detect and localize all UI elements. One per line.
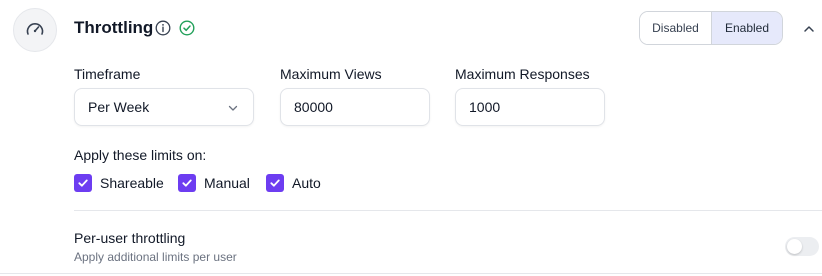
check-icon	[270, 179, 280, 187]
per-user-throttling-title: Per-user throttling	[74, 230, 186, 246]
timeframe-select[interactable]: Per Week	[74, 88, 254, 126]
max-views-value: 80000	[294, 99, 333, 115]
manual-checkbox-group[interactable]: Manual	[178, 174, 250, 192]
enabled-button[interactable]: Enabled	[712, 12, 782, 44]
divider	[74, 210, 822, 211]
auto-checkbox[interactable]	[266, 174, 284, 192]
enabled-toggle-group: Disabled Enabled	[639, 11, 783, 45]
check-icon	[182, 179, 192, 187]
section-title: Throttling	[74, 18, 154, 37]
chevron-down-icon	[228, 105, 238, 111]
manual-label: Manual	[204, 175, 250, 191]
max-views-input[interactable]: 80000	[280, 88, 430, 126]
auto-checkbox-group[interactable]: Auto	[266, 174, 321, 192]
shareable-label: Shareable	[100, 175, 164, 191]
info-icon[interactable]	[155, 20, 171, 36]
bottom-divider	[0, 273, 822, 274]
gauge-icon	[26, 23, 44, 35]
chevron-up-icon[interactable]	[802, 22, 816, 36]
timeframe-label: Timeframe	[74, 66, 141, 82]
timeframe-value: Per Week	[88, 99, 150, 115]
check-icon	[78, 179, 88, 187]
disabled-button[interactable]: Disabled	[640, 12, 712, 44]
per-user-throttling-toggle[interactable]	[785, 237, 819, 256]
max-responses-label: Maximum Responses	[455, 66, 590, 82]
max-responses-value: 1000	[469, 99, 501, 115]
throttling-panel: Throttling Disabled Enabled Timeframe Pe…	[0, 0, 822, 276]
check-circle-icon	[179, 20, 195, 36]
gauge-icon-badge	[13, 8, 57, 52]
max-responses-input[interactable]: 1000	[455, 88, 605, 126]
shareable-checkbox-group[interactable]: Shareable	[74, 174, 164, 192]
auto-label: Auto	[292, 175, 321, 191]
apply-limits-label: Apply these limits on:	[74, 147, 207, 163]
shareable-checkbox[interactable]	[74, 174, 92, 192]
per-user-throttling-description: Apply additional limits per user	[74, 250, 237, 264]
toggle-knob	[787, 239, 802, 254]
max-views-label: Maximum Views	[280, 66, 382, 82]
manual-checkbox[interactable]	[178, 174, 196, 192]
